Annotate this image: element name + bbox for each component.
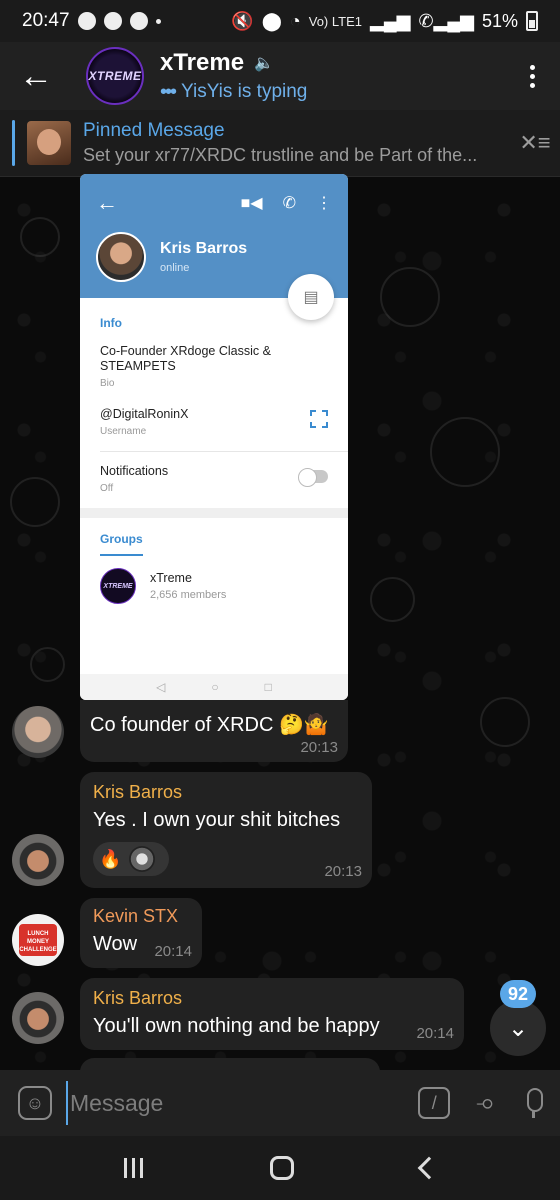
chat-title: xTreme [160, 48, 245, 76]
group-name: xTreme [150, 571, 192, 585]
username-label: Username [100, 426, 147, 437]
pinned-title: Pinned Message [83, 120, 225, 141]
video-call-icon: ■◀ [240, 195, 263, 212]
chat-header-info[interactable]: xTreme 🔈 ••• YisYis is typing [160, 49, 307, 104]
facebook-icon [77, 12, 96, 30]
reaction-chip[interactable]: 🔥 [93, 842, 169, 876]
status-bar: 20:47 🔇 ⬤ ◔ Vo) LTE1 ▂▄▆ ✆▂▄▆ 51% [0, 0, 560, 42]
wifi-icon: ◔ [289, 10, 301, 31]
group-avatar: XTREME [100, 568, 136, 604]
chat-avatar[interactable]: XTREME [86, 47, 144, 105]
recent-apps-icon[interactable] [123, 1158, 143, 1178]
unread-badge: 92 [500, 980, 536, 1008]
notifications-toggle [298, 468, 328, 487]
reactor-avatar [129, 846, 156, 872]
notifications-label: Off [100, 483, 114, 494]
battery-icon [526, 11, 538, 31]
profile-name: Kris Barros [160, 240, 248, 257]
lunch-money-logo: LUNCH MONEY CHALLENGE [19, 924, 57, 956]
message-text: Co founder of XRDC 🤔🤷 [90, 714, 329, 736]
chat-header: ← XTREME xTreme 🔈 ••• YisYis is typing [0, 42, 560, 110]
sender-name: Kris Barros [93, 782, 183, 802]
signal-icon: ▂▄▆ [369, 10, 411, 31]
bio-label: Bio [100, 378, 115, 389]
avatar[interactable] [12, 834, 64, 886]
username-value: @DigitalRoninX [100, 407, 189, 421]
pinned-text: Set your xr77/XRDC trustline and be Part… [83, 145, 478, 165]
info-section-title: Info [100, 316, 122, 330]
battery-percent: 51% [481, 10, 518, 31]
pinned-message-bar[interactable]: Pinned Message Set your xr77/XRDC trustl… [0, 110, 560, 177]
mute-status-icon: 🔇 [231, 10, 254, 31]
qr-code-icon [310, 410, 328, 428]
message-input[interactable] [66, 1081, 411, 1125]
message-fab-icon: ▤ [288, 274, 334, 320]
messenger-icon [103, 12, 122, 30]
command-icon[interactable]: / [418, 1087, 451, 1119]
message-bubble[interactable]: Co founder of XRDC 🤔🤷 20:13 [80, 700, 348, 762]
sticker-icon[interactable]: ☺ [18, 1086, 52, 1120]
message-bubble[interactable]: Kevin STX Wow 20:14 [80, 898, 202, 968]
nav-back-icon[interactable] [417, 1156, 440, 1180]
fire-reaction-icon: 🔥 [99, 848, 122, 869]
profile-header: ← ■◀ ✆ ⋮ Kris Barros online ▤ [80, 174, 348, 320]
message-bubble[interactable]: Kris Barros You'll own nothing and be ha… [80, 978, 464, 1050]
message-time: 20:14 [416, 1025, 454, 1042]
mute-icon: 🔈 [254, 54, 274, 72]
notification-dot-icon [155, 18, 161, 24]
bio-value: Co-Founder XRdoge Classic & STEAMPETS [100, 344, 271, 373]
chevron-down-icon[interactable]: ⌄ [490, 1000, 546, 1056]
soccer-ball-icon [129, 12, 148, 30]
location-icon: ⬤ [261, 10, 282, 31]
avatar[interactable] [12, 706, 64, 758]
call-signal-icon: ✆▂▄▆ [418, 10, 474, 31]
message-bubble[interactable]: Kris Barros Yes . I own your shit bitche… [80, 772, 372, 888]
typing-status: YisYis is typing [181, 81, 308, 102]
avatar[interactable]: LUNCH MONEY CHALLENGE [12, 914, 64, 966]
screenshot-back-icon: ← [96, 190, 118, 215]
message-time: 20:13 [324, 863, 362, 880]
mic-icon[interactable] [524, 1088, 543, 1118]
message-text: You'll own nothing and be happy [93, 1015, 380, 1037]
screenshot-more-icon: ⋮ [316, 195, 332, 212]
profile-status: online [160, 262, 190, 274]
system-nav-bar [0, 1136, 560, 1200]
back-arrow-icon[interactable]: ← [0, 42, 72, 110]
message-input-bar: ☺ / ⌕ [0, 1070, 560, 1136]
message-time: 20:14 [154, 943, 192, 960]
status-time: 20:47 [22, 10, 70, 31]
group-members: 2,656 members [150, 589, 227, 601]
message-text: Yes . I own your shit bitches [93, 809, 341, 831]
typing-dots-icon: ••• [160, 80, 177, 103]
home-icon[interactable] [269, 1156, 294, 1180]
sender-name: Kevin STX [93, 906, 179, 926]
message-time: 20:13 [300, 739, 338, 756]
groups-tab: Groups [100, 532, 143, 556]
more-icon[interactable] [504, 42, 560, 110]
profile-avatar [96, 232, 146, 282]
telegram-chat-screen: 20:47 🔇 ⬤ ◔ Vo) LTE1 ▂▄▆ ✆▂▄▆ 51% ← XTRE… [0, 0, 560, 1200]
image-message[interactable]: ← ■◀ ✆ ⋮ Kris Barros online ▤ Info Co-Fo… [80, 174, 348, 700]
phone-icon: ✆ [282, 195, 296, 212]
sender-name: Kris Barros [93, 988, 183, 1008]
lte-indicator: Vo) LTE1 [308, 13, 362, 29]
unpin-icon[interactable]: ✕≡ [510, 130, 560, 156]
notifications-value: Notifications [100, 464, 169, 478]
screenshot-nav-bar: ◁ ○ □ [80, 674, 348, 700]
pinned-thumbnail [27, 121, 71, 165]
avatar[interactable] [12, 992, 64, 1044]
attach-icon[interactable]: ⌕ [471, 1086, 505, 1120]
pin-indicator [12, 120, 15, 166]
